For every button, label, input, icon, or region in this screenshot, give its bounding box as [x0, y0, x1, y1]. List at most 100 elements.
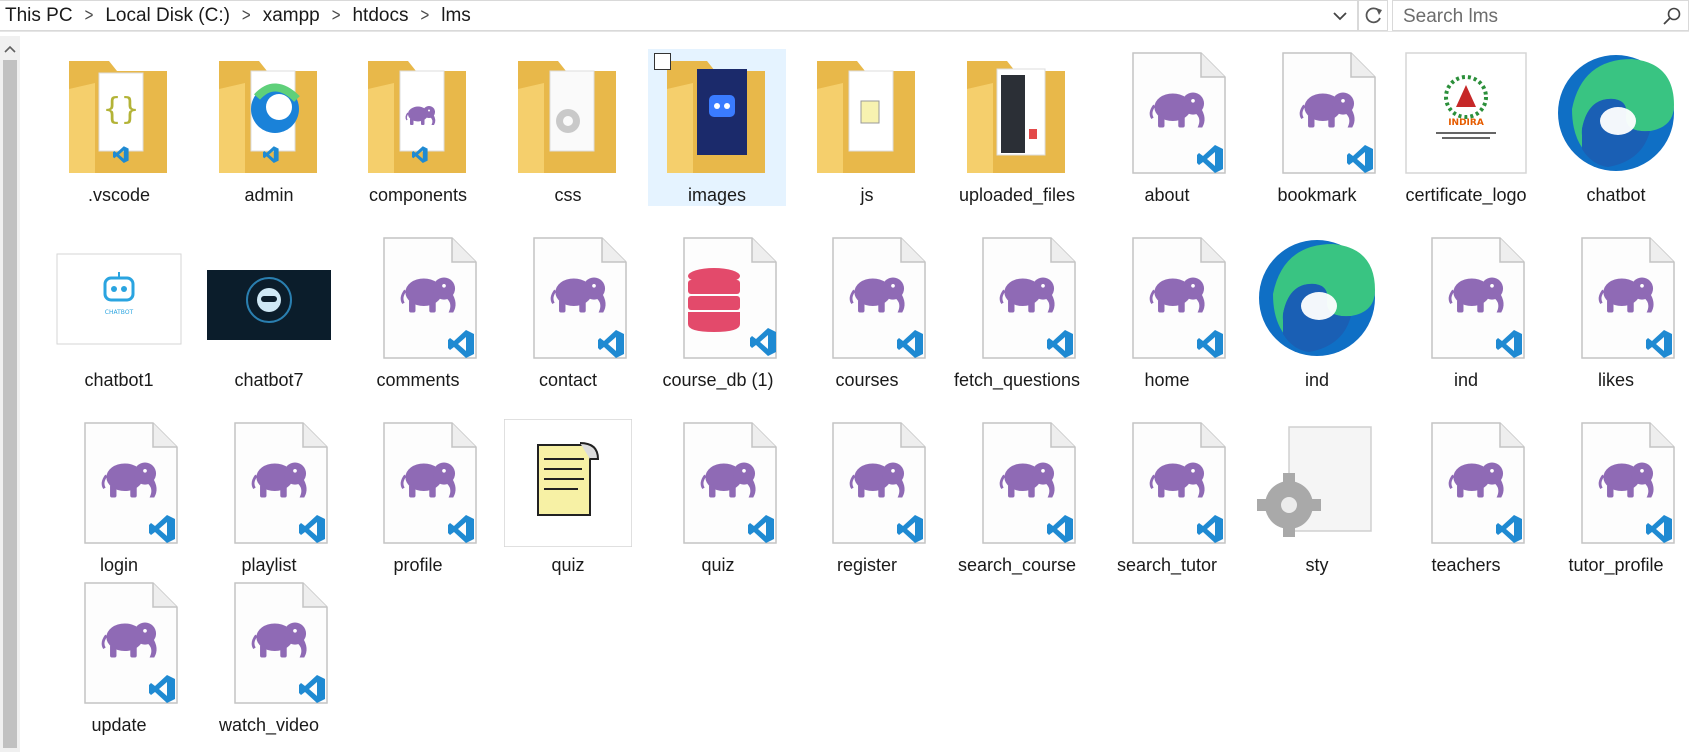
edge-icon — [1253, 234, 1381, 362]
svg-text:INDIRA: INDIRA — [1448, 118, 1484, 128]
file-chatbot7[interactable]: chatbot7 — [205, 234, 333, 390]
file-grid: {} .vscode admin components css images j… — [0, 0, 1689, 752]
item-label: components — [368, 185, 468, 205]
file-bookmark[interactable]: bookmark — [1253, 49, 1381, 205]
item-label: register — [836, 555, 898, 575]
item-label: js — [860, 185, 874, 205]
certificate-image-icon: INDIRA — [1402, 49, 1530, 177]
php-file-icon — [205, 579, 333, 707]
file-register[interactable]: register — [803, 419, 931, 575]
file-chatbot[interactable]: chatbot — [1552, 49, 1680, 205]
folder-vscode[interactable]: {} .vscode — [55, 49, 183, 205]
item-label: courses — [835, 370, 899, 390]
item-label: certificate_logo — [1405, 185, 1527, 205]
item-label: course_db (1) — [662, 370, 774, 390]
folder-php-icon — [354, 49, 482, 177]
php-file-icon — [1552, 419, 1680, 547]
item-label: ind — [1453, 370, 1479, 390]
file-tutor-profile[interactable]: tutor_profile — [1552, 419, 1680, 575]
item-label: quiz — [701, 555, 735, 575]
file-search-course[interactable]: search_course — [953, 419, 1081, 575]
php-file-icon — [354, 419, 482, 547]
file-sty[interactable]: sty — [1253, 419, 1381, 575]
file-contact[interactable]: contact — [504, 234, 632, 390]
php-file-icon — [953, 419, 1081, 547]
file-profile[interactable]: profile — [354, 419, 482, 575]
php-file-icon — [1103, 234, 1231, 362]
php-file-icon — [953, 234, 1081, 362]
file-teachers[interactable]: teachers — [1402, 419, 1530, 575]
php-file-icon — [1402, 419, 1530, 547]
folder-images[interactable]: images — [648, 49, 786, 206]
file-playlist[interactable]: playlist — [205, 419, 333, 575]
file-about[interactable]: about — [1103, 49, 1231, 205]
chatbot-dark-image-icon — [205, 234, 333, 362]
item-label: chatbot1 — [84, 370, 154, 390]
folder-components[interactable]: components — [354, 49, 482, 205]
php-file-icon — [504, 234, 632, 362]
file-quiz-script[interactable]: quiz — [504, 419, 632, 575]
folder-js[interactable]: js — [803, 49, 931, 205]
folder-screenshot-icon — [953, 49, 1081, 177]
php-file-icon — [354, 234, 482, 362]
file-ind-edge[interactable]: ind — [1253, 234, 1381, 390]
script-file-icon — [504, 419, 632, 547]
folder-uploaded-files[interactable]: uploaded_files — [953, 49, 1081, 205]
svg-text:{}: {} — [103, 92, 139, 127]
folder-css[interactable]: css — [504, 49, 632, 205]
file-update[interactable]: update — [55, 579, 183, 735]
php-file-icon — [1402, 234, 1530, 362]
php-file-icon — [1552, 234, 1680, 362]
folder-admin[interactable]: admin — [205, 49, 333, 205]
file-course-db[interactable]: course_db (1) — [654, 234, 782, 390]
item-label: search_course — [957, 555, 1077, 575]
database-file-icon — [654, 234, 782, 362]
php-file-icon — [803, 419, 931, 547]
file-search-tutor[interactable]: search_tutor — [1103, 419, 1231, 575]
item-label: fetch_questions — [953, 370, 1081, 390]
php-file-icon — [1103, 419, 1231, 547]
file-certificate-logo[interactable]: INDIRA certificate_logo — [1402, 49, 1530, 225]
folder-js-icon — [803, 49, 931, 177]
item-label: playlist — [241, 555, 297, 575]
file-fetch-questions[interactable]: fetch_questions — [953, 234, 1081, 410]
item-label: uploaded_files — [958, 185, 1076, 205]
php-file-icon — [803, 234, 931, 362]
file-login[interactable]: login — [55, 419, 183, 575]
file-courses[interactable]: courses — [803, 234, 931, 390]
file-comments[interactable]: comments — [354, 234, 482, 390]
item-label: teachers — [1431, 555, 1501, 575]
folder-image-icon — [653, 49, 781, 177]
file-watch-video[interactable]: watch_video — [205, 579, 333, 735]
item-label: admin — [244, 185, 294, 205]
php-file-icon — [1103, 49, 1231, 177]
item-label: contact — [538, 370, 598, 390]
folder-edge-icon — [205, 49, 333, 177]
item-label: profile — [393, 555, 443, 575]
item-label: home — [1144, 370, 1190, 390]
folder-gear-icon — [504, 49, 632, 177]
file-home[interactable]: home — [1103, 234, 1231, 390]
svg-text:CHATBOT: CHATBOT — [105, 309, 134, 316]
item-label: about — [1144, 185, 1190, 205]
item-label: ind — [1304, 370, 1330, 390]
item-label: update — [91, 715, 147, 735]
item-label: bookmark — [1277, 185, 1357, 205]
php-file-icon — [654, 419, 782, 547]
edge-icon — [1552, 49, 1680, 177]
item-label: quiz — [551, 555, 585, 575]
item-label: comments — [376, 370, 460, 390]
folder-vscode-icon: {} — [55, 49, 183, 177]
php-file-icon — [55, 419, 183, 547]
file-chatbot1[interactable]: CHATBOT chatbot1 — [55, 234, 183, 390]
selection-checkbox[interactable] — [654, 53, 671, 70]
item-label: likes — [1597, 370, 1634, 390]
item-label: login — [99, 555, 139, 575]
item-label: chatbot7 — [234, 370, 304, 390]
item-label: watch_video — [218, 715, 320, 735]
file-likes[interactable]: likes — [1552, 234, 1680, 390]
php-file-icon — [55, 579, 183, 707]
settings-file-icon — [1253, 419, 1381, 547]
file-quiz-php[interactable]: quiz — [654, 419, 782, 575]
file-ind-php[interactable]: ind — [1402, 234, 1530, 390]
